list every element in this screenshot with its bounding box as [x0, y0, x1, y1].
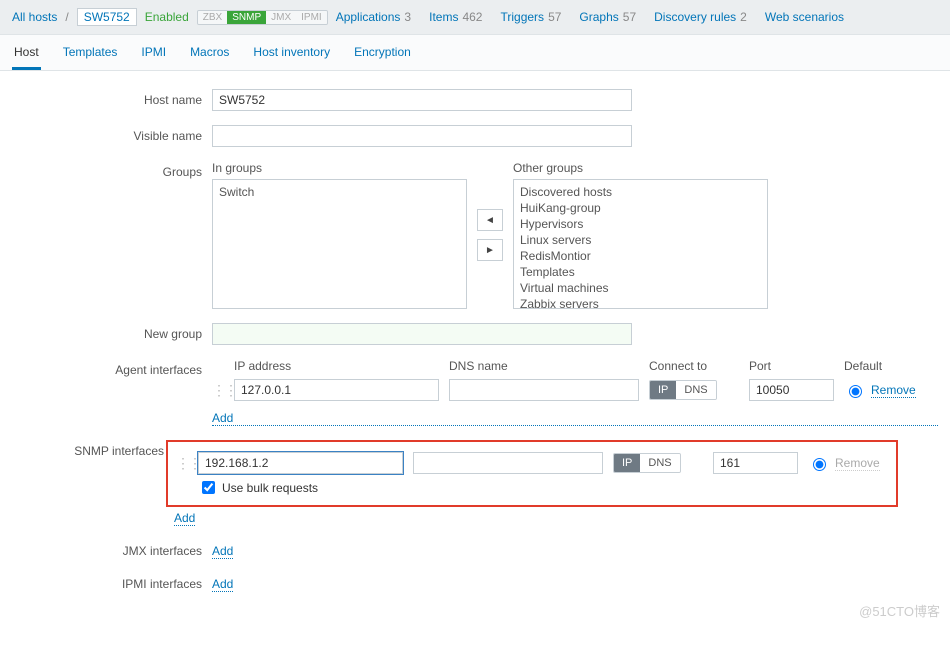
proto-zbx: ZBX: [198, 11, 227, 24]
link-graphs[interactable]: Graphs: [579, 10, 618, 24]
header-dns: DNS name: [449, 359, 639, 373]
other-groups-listbox[interactable]: Discovered hostsHuiKang-groupHypervisors…: [513, 179, 768, 309]
label-ipmi-if: IPMI interfaces: [12, 573, 212, 591]
snmp-ip-input[interactable]: [198, 452, 403, 474]
list-item[interactable]: Zabbix servers: [520, 296, 761, 309]
snmp-bulk-checkbox[interactable]: [202, 481, 215, 494]
agent-connect-toggle[interactable]: IP DNS: [649, 380, 717, 400]
newgroup-input[interactable]: [212, 323, 632, 345]
label-ingroups: In groups: [212, 161, 467, 175]
snmp-bulk-label: Use bulk requests: [222, 481, 318, 495]
agent-interface-row: ⋮⋮ IP DNS Remove: [212, 379, 938, 401]
tab-host[interactable]: Host: [12, 35, 41, 70]
proto-indicator: ZBX SNMP JMX IPMI: [197, 10, 328, 25]
header-port: Port: [749, 359, 834, 373]
count-items: 462: [462, 10, 482, 24]
snmp-connect-toggle[interactable]: IP DNS: [613, 453, 681, 473]
tab-encryption[interactable]: Encryption: [352, 35, 413, 70]
snmp-port-input[interactable]: [713, 452, 798, 474]
visiblename-input[interactable]: [212, 125, 632, 147]
snmp-remove-link: Remove: [835, 456, 880, 471]
move-right-button[interactable]: ►: [477, 239, 503, 261]
label-othergroups: Other groups: [513, 161, 768, 175]
list-item[interactable]: Linux servers: [520, 232, 761, 248]
jmx-add-link[interactable]: Add: [212, 544, 233, 559]
label-newgroup: New group: [12, 323, 212, 341]
link-discovery[interactable]: Discovery rules: [654, 10, 736, 24]
move-left-button[interactable]: ◄: [477, 209, 503, 231]
breadcrumb-allhosts[interactable]: All hosts: [12, 10, 57, 24]
count-triggers: 57: [548, 10, 561, 24]
tab-ipmi[interactable]: IPMI: [139, 35, 168, 70]
watermark: @51CTO博客: [859, 601, 940, 620]
tab-hostinventory[interactable]: Host inventory: [251, 35, 332, 70]
drag-handle-icon[interactable]: ⋮⋮: [212, 382, 224, 399]
list-item[interactable]: Switch: [219, 184, 460, 200]
agent-connect-dns[interactable]: DNS: [676, 381, 715, 399]
proto-ipmi: IPMI: [296, 11, 327, 24]
tab-templates[interactable]: Templates: [61, 35, 120, 70]
label-hostname: Host name: [12, 89, 212, 107]
breadcrumb-sep: /: [65, 10, 68, 24]
status-enabled: Enabled: [145, 10, 189, 24]
label-agent: Agent interfaces: [12, 359, 212, 377]
tab-macros[interactable]: Macros: [188, 35, 231, 70]
label-groups: Groups: [12, 161, 212, 179]
snmp-connect-dns[interactable]: DNS: [640, 454, 679, 472]
list-item[interactable]: Templates: [520, 264, 761, 280]
link-items[interactable]: Items: [429, 10, 458, 24]
link-web[interactable]: Web scenarios: [765, 10, 844, 24]
proto-snmp: SNMP: [227, 11, 266, 24]
breadcrumb-host[interactable]: SW5752: [77, 8, 137, 26]
label-visiblename: Visible name: [12, 125, 212, 143]
agent-ip-input[interactable]: [234, 379, 439, 401]
label-snmp: SNMP interfaces: [12, 440, 174, 458]
snmp-connect-ip[interactable]: IP: [614, 454, 640, 472]
link-triggers[interactable]: Triggers: [500, 10, 544, 24]
list-item[interactable]: Discovered hosts: [520, 184, 761, 200]
agent-dns-input[interactable]: [449, 379, 639, 401]
agent-port-input[interactable]: [749, 379, 834, 401]
count-discovery: 2: [740, 10, 747, 24]
label-jmx: JMX interfaces: [12, 540, 212, 558]
list-item[interactable]: Hypervisors: [520, 216, 761, 232]
ipmi-add-link[interactable]: Add: [212, 577, 233, 592]
snmp-default-radio[interactable]: [813, 458, 826, 471]
agent-default-radio[interactable]: [849, 385, 862, 398]
agent-remove-link[interactable]: Remove: [871, 383, 916, 398]
snmp-add-link[interactable]: Add: [174, 511, 195, 526]
header-connect: Connect to: [649, 359, 739, 373]
count-graphs: 57: [623, 10, 636, 24]
link-applications[interactable]: Applications: [336, 10, 401, 24]
proto-jmx: JMX: [266, 11, 296, 24]
drag-handle-icon[interactable]: ⋮⋮: [176, 455, 188, 472]
list-item[interactable]: HuiKang-group: [520, 200, 761, 216]
agent-connect-ip[interactable]: IP: [650, 381, 676, 399]
snmp-dns-input[interactable]: [413, 452, 603, 474]
count-applications: 3: [404, 10, 411, 24]
header-default: Default: [844, 359, 924, 373]
list-item[interactable]: Virtual machines: [520, 280, 761, 296]
agent-add-link[interactable]: Add: [212, 411, 938, 426]
snmp-interface-row: ⋮⋮ IP DNS Remove: [176, 452, 888, 474]
hostname-input[interactable]: [212, 89, 632, 111]
list-item[interactable]: RedisMontior: [520, 248, 761, 264]
in-groups-listbox[interactable]: Switch: [212, 179, 467, 309]
header-ip: IP address: [234, 359, 439, 373]
